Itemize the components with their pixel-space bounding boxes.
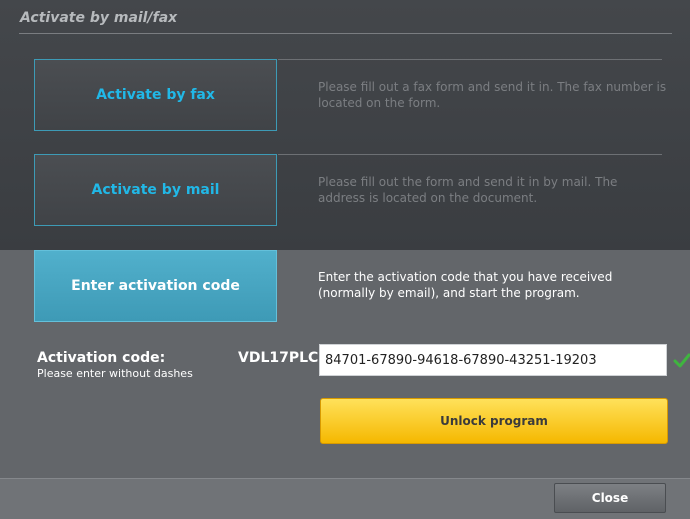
- activate-by-mail-description: Please fill out the form and send it in …: [318, 175, 618, 205]
- close-label: Close: [591, 491, 629, 505]
- checkmark-icon: [673, 353, 690, 368]
- enter-activation-code-label: Enter activation code: [71, 278, 240, 294]
- enter-activation-code-button[interactable]: Enter activation code: [34, 250, 277, 322]
- activate-by-mail-label: Activate by mail: [91, 182, 220, 198]
- title-divider: [19, 33, 672, 34]
- activation-code-input[interactable]: [319, 344, 667, 376]
- activate-by-fax-label: Activate by fax: [96, 87, 215, 103]
- close-button[interactable]: Close: [554, 483, 666, 513]
- unlock-program-button[interactable]: Unlock program: [320, 398, 668, 444]
- activate-by-mail-button[interactable]: Activate by mail: [34, 154, 277, 226]
- activation-code-prefix: VDL17PLC-: [238, 350, 325, 366]
- activation-code-hint: Please enter without dashes: [37, 367, 193, 380]
- option-divider: [278, 59, 662, 60]
- unlock-program-label: Unlock program: [440, 414, 548, 428]
- activate-by-fax-description: Please fill out a fax form and send it i…: [318, 80, 667, 110]
- activate-by-fax-button[interactable]: Activate by fax: [34, 59, 277, 131]
- enter-activation-code-description: Enter the activation code that you have …: [318, 270, 613, 300]
- section-title: Activate by mail/fax: [20, 10, 178, 26]
- activation-code-label: Activation code:: [37, 350, 166, 366]
- option-divider: [278, 154, 662, 155]
